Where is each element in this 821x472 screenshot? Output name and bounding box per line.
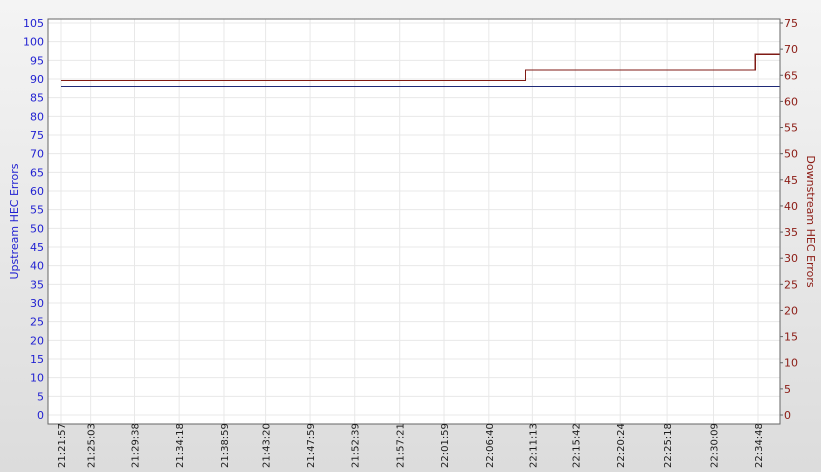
- left-axis-tick-label: 75: [30, 129, 44, 142]
- left-axis-tick-label: 65: [30, 166, 44, 179]
- right-axis-tick-label: 5: [784, 383, 791, 396]
- right-axis-tick-label: 15: [784, 331, 798, 344]
- x-axis-tick-label: 21:34:18: [175, 423, 186, 468]
- right-axis-tick-label: 25: [784, 278, 798, 291]
- left-axis-tick-label: 25: [30, 316, 44, 329]
- x-axis-tick-label: 21:29:38: [131, 423, 142, 468]
- x-axis-tick-label: 22:06:40: [485, 423, 496, 468]
- left-axis-tick-label: 40: [30, 260, 44, 273]
- x-axis-tick-label: 21:21:57: [57, 423, 68, 468]
- x-axis-tick-label: 22:25:18: [663, 423, 674, 468]
- left-axis-tick-label: 60: [30, 185, 44, 198]
- right-axis-tick-label: 30: [784, 252, 798, 265]
- left-axis-tick-label: 105: [23, 17, 44, 30]
- right-axis-tick-label: 75: [784, 17, 798, 30]
- right-axis-title: Downstream HEC Errors: [804, 155, 817, 287]
- right-axis-tick-label: 10: [784, 357, 798, 370]
- x-axis-tick-label: 22:30:09: [710, 423, 721, 468]
- right-axis-tick-label: 35: [784, 226, 798, 239]
- left-axis-title: Upstream HEC Errors: [8, 163, 21, 279]
- right-axis-tick-label: 40: [784, 200, 798, 213]
- chart-container: 0 5 10 15 20 25 30 35 40 45 50 55 60 65 70 75 80 85 90 95 10…: [0, 0, 821, 472]
- x-axis-tick-label: 22:11:13: [528, 423, 539, 468]
- right-axis-tick-label: 45: [784, 174, 798, 187]
- left-axis-tick-label: 80: [30, 110, 44, 123]
- left-axis-tick-label: 90: [30, 73, 44, 86]
- left-axis-tick-label: 35: [30, 278, 44, 291]
- right-axis-tick-label: 55: [784, 122, 798, 135]
- plot-area: [48, 19, 780, 424]
- x-axis-tick-label: 21:43:20: [262, 423, 273, 468]
- left-axis-tick-label: 20: [30, 334, 44, 347]
- right-axis-tick-label: 50: [784, 148, 798, 161]
- left-axis-tick-label: 0: [37, 409, 44, 422]
- right-axis-tick-label: 0: [784, 409, 791, 422]
- x-axis-tick-label: 22:15:42: [571, 423, 582, 468]
- left-axis-tick-label: 70: [30, 148, 44, 161]
- x-axis-tick-label: 21:38:59: [220, 423, 231, 468]
- left-axis-tick-label: 100: [23, 36, 44, 49]
- x-axis-tick-label: 21:25:03: [87, 423, 98, 468]
- x-axis-tick-label: 22:34:48: [754, 423, 765, 468]
- left-axis-tick-label: 5: [37, 390, 44, 403]
- left-axis-tick-label: 10: [30, 372, 44, 385]
- right-axis-tick-label: 20: [784, 304, 798, 317]
- left-axis-tick-label: 15: [30, 353, 44, 366]
- x-axis-tick-label: 21:52:39: [351, 423, 362, 468]
- left-axis-tick-label: 55: [30, 204, 44, 217]
- chart-svg: 0510152025303540455055606570758085909510…: [8, 17, 817, 468]
- x-axis-tick-label: 22:01:59: [440, 423, 451, 468]
- right-axis-tick-label: 60: [784, 95, 798, 108]
- x-axis-tick-label: 21:47:59: [306, 423, 317, 468]
- left-axis-tick-label: 30: [30, 297, 44, 310]
- left-axis-tick-label: 95: [30, 54, 44, 67]
- left-axis-tick-label: 50: [30, 222, 44, 235]
- x-axis-tick-label: 21:57:21: [396, 423, 407, 468]
- x-axis-tick-label: 22:20:24: [616, 423, 627, 468]
- right-axis-tick-label: 70: [784, 43, 798, 56]
- left-axis-tick-label: 85: [30, 92, 44, 105]
- left-axis-tick-label: 45: [30, 241, 44, 254]
- right-axis-tick-label: 65: [784, 69, 798, 82]
